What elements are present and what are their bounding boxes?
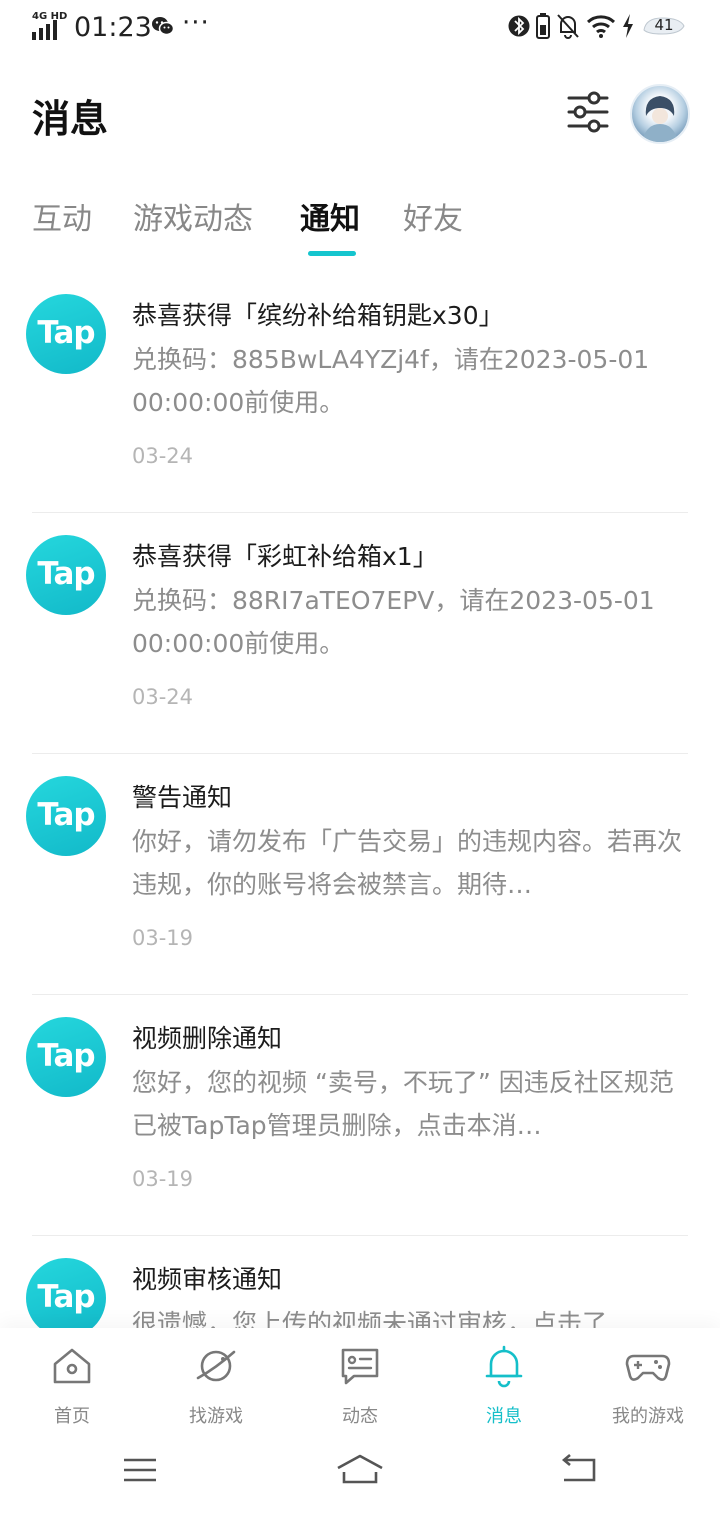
- bluetooth-icon: [508, 15, 530, 37]
- notification-title: 警告通知: [132, 783, 233, 812]
- taptap-logo-icon: Tap: [26, 294, 106, 374]
- notification-body: 你好，请勿发布「广告交易」的违规内容。若再次违规，你的账号将会被禁言。期待…: [132, 827, 683, 899]
- gamepad-icon: [625, 1354, 671, 1381]
- filter-settings-icon[interactable]: [566, 90, 610, 134]
- active-tab-indicator: [308, 251, 356, 256]
- nav-home[interactable]: 首页: [0, 1328, 144, 1432]
- nav-label: 首页: [54, 1406, 90, 1427]
- logo-text: Tap: [37, 1279, 95, 1315]
- nav-label: 消息: [486, 1406, 522, 1427]
- bell-icon: [485, 1345, 523, 1388]
- list-item[interactable]: Tap 恭喜获得「缤纷补给箱钥匙x30」 兑换码：885BwLA4YZj4f，请…: [0, 272, 720, 513]
- notification-date: 03-19: [132, 926, 194, 950]
- battery-level: 41: [640, 14, 688, 38]
- list-item[interactable]: Tap 恭喜获得「彩虹补给箱x1」 兑换码：88RI7aTEO7EPV，请在20…: [0, 513, 720, 754]
- planet-icon: [196, 1350, 236, 1382]
- bottom-nav: 首页 找游戏 动态 消息 我的游戏: [0, 1328, 720, 1432]
- notification-date: 03-24: [132, 685, 194, 709]
- page-title: 消息: [32, 97, 109, 141]
- logo-text: Tap: [37, 556, 95, 592]
- tab-game-updates[interactable]: 游戏动态: [133, 194, 253, 238]
- back-icon[interactable]: [560, 1452, 596, 1488]
- nav-feed[interactable]: 动态: [288, 1328, 432, 1432]
- nav-messages[interactable]: 消息: [432, 1328, 576, 1432]
- nav-my-games[interactable]: 我的游戏: [576, 1328, 720, 1432]
- notification-date: 03-24: [132, 444, 194, 468]
- taptap-logo-icon: Tap: [26, 535, 106, 615]
- taptap-logo-icon: Tap: [26, 776, 106, 856]
- status-bar: 4G HD 01:23 ··· 41: [0, 0, 720, 56]
- system-nav-bar: [0, 1432, 720, 1520]
- nav-discover-games[interactable]: 找游戏: [144, 1328, 288, 1432]
- nav-label: 我的游戏: [612, 1406, 684, 1427]
- notification-body: 您好，您的视频 “卖号，不玩了” 因违反社区规范已被TapTap管理员删除，点击…: [132, 1068, 674, 1140]
- signal-icon: [32, 20, 57, 40]
- chat-card-icon: [341, 1348, 379, 1385]
- notification-body: 兑换码：885BwLA4YZj4f，请在2023-05-01 00:00:00前…: [132, 345, 650, 417]
- notification-date: 03-19: [132, 1167, 194, 1191]
- logo-text: Tap: [37, 1038, 95, 1074]
- taptap-logo-icon: Tap: [26, 1017, 106, 1097]
- notification-title: 视频删除通知: [132, 1024, 283, 1053]
- list-item[interactable]: Tap 警告通知 你好，请勿发布「广告交易」的违规内容。若再次违规，你的账号将会…: [0, 754, 720, 995]
- logo-text: Tap: [37, 797, 95, 833]
- wechat-icon: [152, 17, 175, 36]
- vibrate-battery-icon: [536, 13, 550, 39]
- taptap-logo-icon: Tap: [26, 1258, 106, 1338]
- tab-friends[interactable]: 好友: [403, 194, 463, 238]
- avatar-image: [642, 96, 678, 142]
- nav-label: 找游戏: [189, 1406, 243, 1427]
- home-button-icon[interactable]: [336, 1452, 384, 1488]
- charging-icon: [623, 14, 633, 38]
- battery-text: 41: [654, 16, 674, 34]
- home-icon: [53, 1348, 91, 1384]
- status-time: 01:23: [74, 12, 152, 43]
- notification-title: 视频审核通知: [132, 1265, 283, 1294]
- nav-label: 动态: [342, 1406, 378, 1427]
- avatar[interactable]: [630, 84, 690, 144]
- more-notifications-icon: ···: [182, 8, 210, 38]
- tab-notifications[interactable]: 通知: [300, 194, 360, 238]
- menu-icon[interactable]: [122, 1452, 158, 1488]
- list-item[interactable]: Tap 视频删除通知 您好，您的视频 “卖号，不玩了” 因违反社区规范已被Tap…: [0, 995, 720, 1236]
- logo-text: Tap: [37, 315, 95, 351]
- mute-bell-icon: [557, 14, 579, 39]
- tab-interaction[interactable]: 互动: [32, 194, 92, 238]
- notification-title: 恭喜获得「彩虹补给箱x1」: [132, 542, 438, 571]
- notification-body: 兑换码：88RI7aTEO7EPV，请在2023-05-01 00:00:00前…: [132, 586, 655, 658]
- wifi-icon: [586, 15, 616, 38]
- notification-title: 恭喜获得「缤纷补给箱钥匙x30」: [132, 301, 504, 330]
